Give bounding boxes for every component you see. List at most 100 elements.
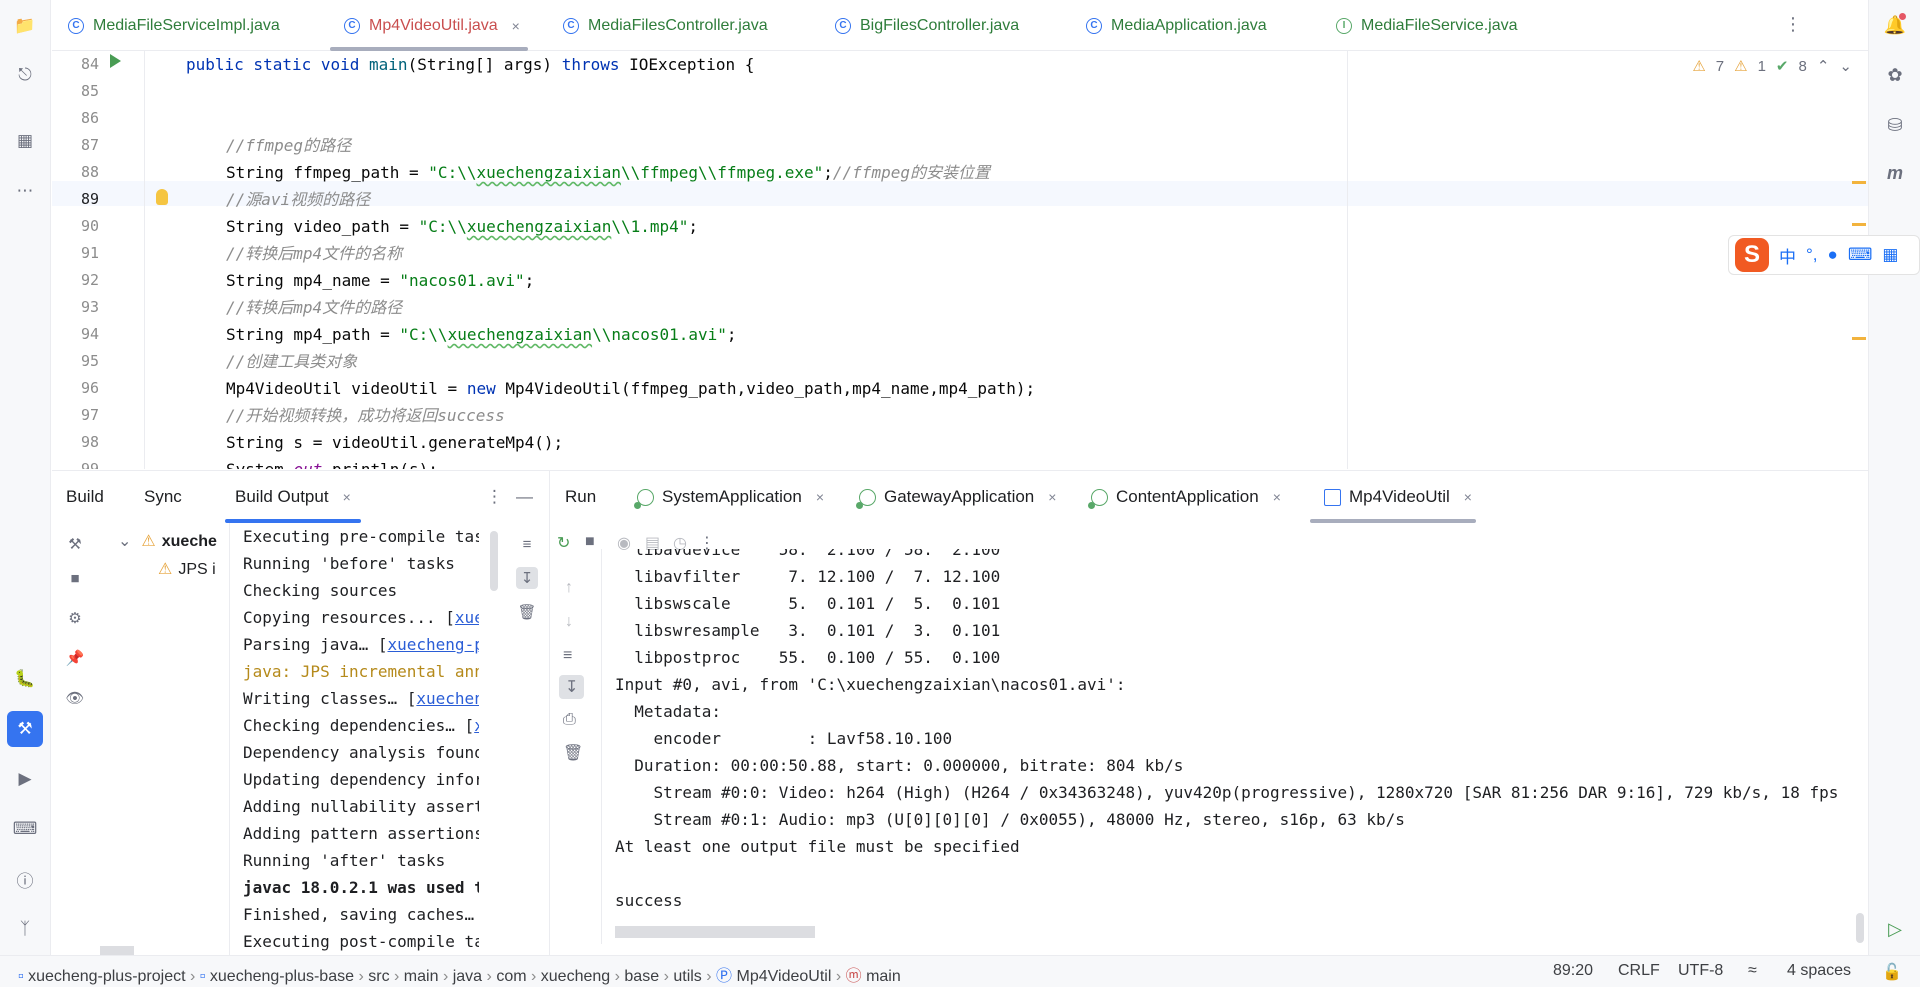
- log-link[interactable]: xuec: [455, 608, 479, 627]
- close-icon[interactable]: ×: [343, 489, 351, 505]
- database-icon[interactable]: ⛁: [1882, 112, 1908, 138]
- log-scrollbar[interactable]: [490, 531, 498, 591]
- breadcrumb-item[interactable]: xuecheng-plus-project: [28, 968, 185, 985]
- print-icon[interactable]: ⎙: [563, 711, 576, 729]
- scroll-to-end-icon[interactable]: ↧: [516, 567, 538, 589]
- log-line: Dependency analysis found: [243, 743, 479, 762]
- code-style-icon[interactable]: ≈: [1748, 962, 1757, 980]
- more-tabs-icon[interactable]: ⋮: [1784, 14, 1802, 35]
- close-icon[interactable]: ×: [1048, 489, 1056, 505]
- tab-media-file-service[interactable]: I MediaFileService.java: [1336, 0, 1518, 51]
- lock-icon[interactable]: 🔓: [1882, 962, 1902, 982]
- log-link[interactable]: xu: [474, 716, 479, 735]
- code-editor[interactable]: ⚠ 7 ⚠ 1 ✔ 8 ⌃ ⌄ 84 public static void main(S…: [52, 51, 1868, 469]
- stop-icon[interactable]: ■: [64, 567, 86, 589]
- tab-build[interactable]: Build: [66, 471, 104, 523]
- settings-icon[interactable]: ⚙: [64, 607, 86, 629]
- debug-icon[interactable]: 🐛: [12, 666, 38, 692]
- services-icon[interactable]: ▶: [12, 766, 38, 792]
- microphone-icon[interactable]: ●: [1828, 245, 1838, 265]
- tab-gateway-application[interactable]: GatewayApplication ×: [856, 471, 1056, 523]
- tab-sync[interactable]: Sync: [144, 471, 182, 523]
- line-separator[interactable]: CRLF: [1618, 962, 1660, 980]
- breadcrumb-item[interactable]: Mp4VideoUtil: [737, 968, 832, 985]
- notifications-icon[interactable]: 🔔: [1882, 12, 1908, 38]
- console-line: libavdevice 58. 2.100 / 58. 2.100: [615, 549, 1001, 559]
- more-tools-icon[interactable]: ⋯: [12, 178, 38, 204]
- tab-content-application[interactable]: ContentApplication ×: [1088, 471, 1281, 523]
- tab-big-files-controller[interactable]: C BigFilesController.java: [835, 0, 1019, 51]
- tab-media-file-service-impl[interactable]: C MediaFileServiceImpl.java: [68, 0, 280, 51]
- tab-media-files-controller[interactable]: C MediaFilesController.java: [563, 0, 768, 51]
- terminal-icon[interactable]: ⌨: [12, 816, 38, 842]
- trash-icon[interactable]: 🗑: [563, 743, 583, 763]
- close-icon[interactable]: ×: [1464, 489, 1472, 505]
- apps-grid-icon[interactable]: ▦: [1882, 245, 1898, 265]
- tree-item-root[interactable]: ⌄ ⚠ xueche: [118, 531, 217, 551]
- file-encoding[interactable]: UTF-8: [1678, 962, 1723, 980]
- tab-system-application[interactable]: SystemApplication ×: [634, 471, 824, 523]
- breadcrumb-item[interactable]: xuecheng: [541, 968, 610, 985]
- build-tool-icon[interactable]: ⚒: [7, 711, 43, 747]
- breadcrumb-item[interactable]: java: [453, 968, 482, 985]
- stop-icon[interactable]: ■: [585, 533, 595, 551]
- tab-mp4-video-util-run[interactable]: Mp4VideoUtil ×: [1310, 471, 1476, 523]
- breadcrumb-item[interactable]: src: [368, 968, 389, 985]
- arrow-up-icon[interactable]: ↑: [565, 579, 573, 597]
- run-console[interactable]: libavdevice 58. 2.100 / 58. 2.100 libavf…: [601, 549, 1868, 944]
- commit-icon[interactable]: ⎋: [12, 62, 38, 88]
- problems-icon[interactable]: ⓘ: [12, 866, 38, 892]
- minimize-icon[interactable]: —: [516, 471, 533, 523]
- tree-item-jps[interactable]: ⚠ JPS i: [158, 559, 216, 579]
- console-vertical-scrollbar[interactable]: [1856, 913, 1864, 943]
- soft-wrap-icon[interactable]: ≡: [516, 533, 538, 555]
- hammer-icon[interactable]: ⚒: [64, 533, 86, 555]
- run-gutter-icon[interactable]: [110, 54, 121, 68]
- chevron-right-icon: ›: [531, 968, 537, 985]
- more-options-icon[interactable]: ⋮: [486, 471, 503, 523]
- breadcrumb-item[interactable]: main: [866, 968, 901, 985]
- breadcrumb-item[interactable]: utils: [673, 968, 701, 985]
- soft-wrap-icon[interactable]: ≡: [563, 647, 572, 665]
- close-icon[interactable]: ×: [816, 489, 824, 505]
- breadcrumb-item[interactable]: com: [496, 968, 526, 985]
- arrow-down-icon[interactable]: ↓: [565, 613, 573, 631]
- close-icon[interactable]: ×: [1273, 489, 1281, 505]
- build-panel: Build Sync Build Output × ⋮ — ⚒ ■ ⚙ 📌 👁 ⌄…: [52, 471, 550, 956]
- code-line: 86: [80, 109, 99, 127]
- tab-media-application[interactable]: C MediaApplication.java: [1086, 0, 1267, 51]
- breadcrumb-item[interactable]: base: [624, 968, 659, 985]
- log-line: Copying resources... [xuec: [243, 604, 479, 631]
- ime-toolbar[interactable]: S 中 °, ● ⌨ ▦: [1728, 235, 1920, 275]
- ime-language-toggle[interactable]: 中: [1779, 243, 1796, 268]
- lightbulb-icon[interactable]: [156, 189, 168, 205]
- eye-icon[interactable]: 👁: [64, 687, 86, 709]
- structure-icon[interactable]: ▦: [12, 128, 38, 154]
- sogou-logo-icon[interactable]: S: [1735, 238, 1769, 272]
- clear-icon[interactable]: 🗑: [516, 601, 538, 623]
- log-link[interactable]: xuechenq: [416, 689, 479, 708]
- breadcrumb-item[interactable]: xuecheng-plus-base: [210, 968, 354, 985]
- maven-icon[interactable]: m: [1882, 160, 1908, 186]
- scroll-to-end-icon[interactable]: ↧: [559, 675, 585, 699]
- folder-icon[interactable]: 📁: [12, 13, 38, 39]
- ime-punctuation-toggle[interactable]: °,: [1806, 245, 1818, 265]
- cursor-position[interactable]: 89:20: [1553, 962, 1593, 980]
- keyboard-icon[interactable]: ⌨: [1848, 245, 1873, 265]
- chevron-right-icon: ›: [614, 968, 620, 985]
- git-icon[interactable]: ᛉ: [12, 916, 38, 942]
- log-link[interactable]: xuecheng-pl: [388, 635, 480, 654]
- run-widget-icon[interactable]: ▷: [1882, 916, 1908, 942]
- close-icon[interactable]: ×: [512, 18, 520, 34]
- tab-mp4-video-util[interactable]: C Mp4VideoUtil.java ×: [330, 0, 528, 51]
- pin-icon[interactable]: 📌: [64, 647, 86, 669]
- chevron-down-icon[interactable]: ⌄: [118, 533, 131, 550]
- console-horizontal-scrollbar[interactable]: [615, 926, 815, 938]
- tab-build-output[interactable]: Build Output ×: [225, 471, 361, 523]
- rerun-icon[interactable]: ↻: [557, 533, 570, 553]
- build-output-log[interactable]: Executing pre-compile task Running 'befo…: [229, 523, 479, 956]
- breadcrumb-item[interactable]: main: [404, 968, 439, 985]
- ai-assistant-icon[interactable]: ✿: [1882, 62, 1908, 88]
- indent-setting[interactable]: 4 spaces: [1787, 962, 1851, 980]
- editor-tabs: C MediaFileServiceImpl.java C Mp4VideoUtil…: [52, 0, 1868, 51]
